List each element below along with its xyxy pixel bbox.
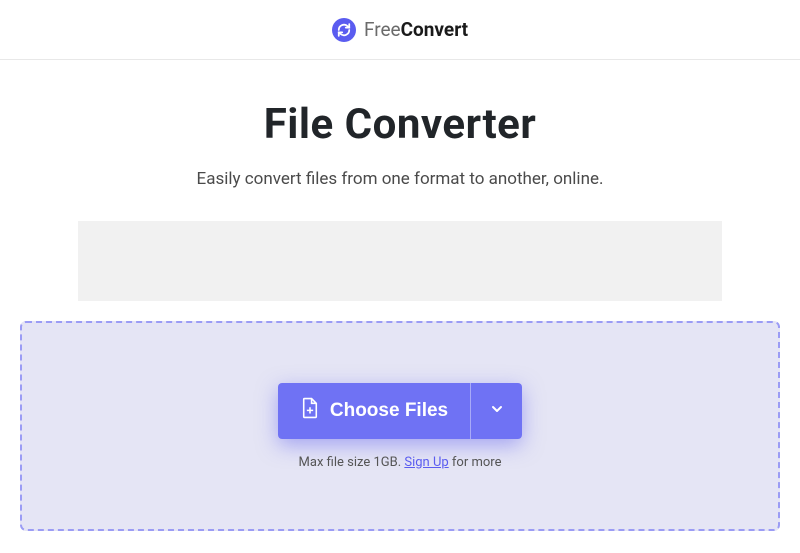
logo[interactable]: FreeConvert xyxy=(332,18,468,42)
signup-link[interactable]: Sign Up xyxy=(404,455,448,470)
logo-text: FreeConvert xyxy=(364,18,468,41)
file-size-hint: Max file size 1GB. Sign Up for more xyxy=(299,455,502,470)
main-content: File Converter Easily convert files from… xyxy=(0,60,800,553)
header: FreeConvert xyxy=(0,0,800,60)
choose-files-group: Choose Files xyxy=(278,383,522,439)
page-subtitle: Easily convert files from one format to … xyxy=(10,169,790,189)
choose-files-label: Choose Files xyxy=(330,400,448,422)
page-title: File Converter xyxy=(10,100,790,149)
file-add-icon xyxy=(300,397,320,425)
chevron-down-icon xyxy=(489,401,505,420)
ad-placeholder xyxy=(78,221,722,301)
refresh-icon xyxy=(332,18,356,42)
choose-files-dropdown[interactable] xyxy=(470,383,522,439)
choose-files-button[interactable]: Choose Files xyxy=(278,383,470,439)
dropzone[interactable]: Choose Files Max file size 1GB. Sign Up … xyxy=(20,321,780,531)
